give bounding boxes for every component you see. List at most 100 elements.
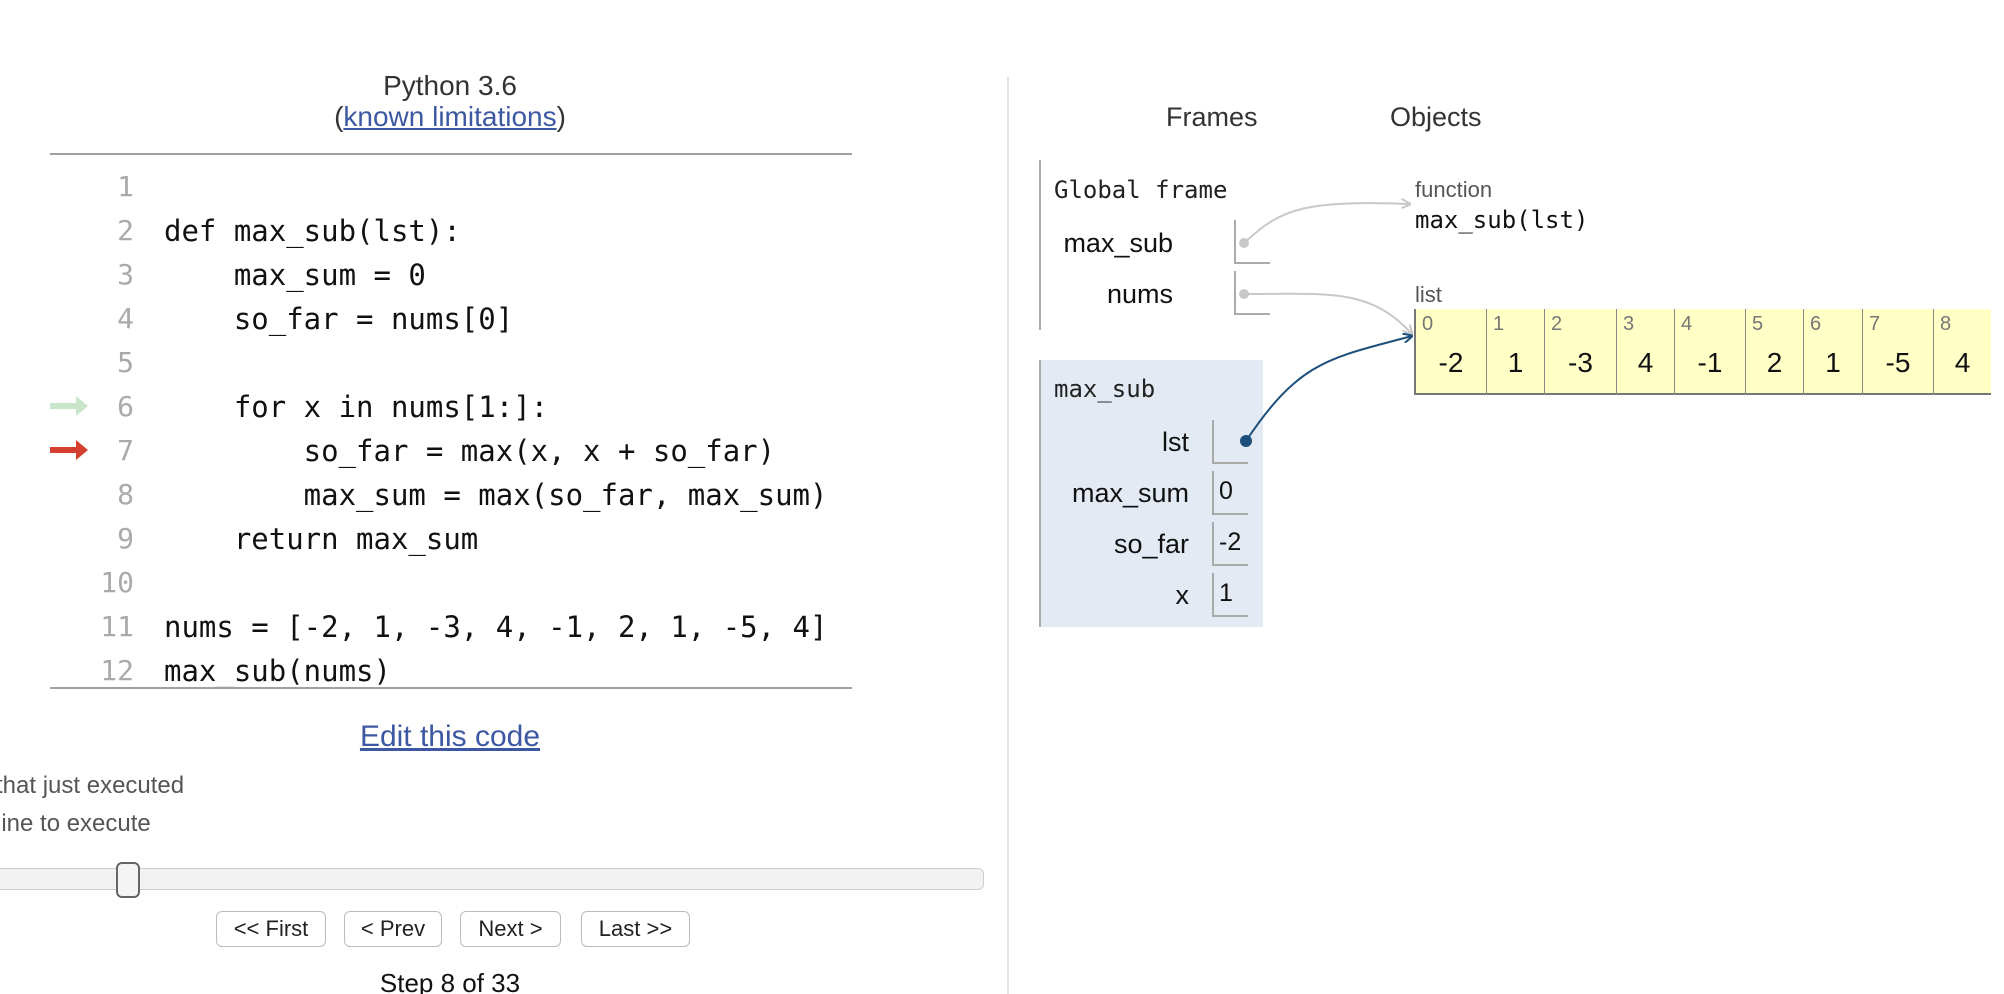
list-index: 5 — [1752, 313, 1764, 335]
list-index: 6 — [1810, 313, 1822, 335]
list-cell: 34 — [1616, 309, 1674, 395]
frame-var-so-far: so_far — [1113, 529, 1189, 559]
list-value: -3 — [1568, 347, 1593, 378]
code-line: 3 max_sum = 0 — [0, 252, 900, 296]
objects-heading: Objects — [1390, 102, 1482, 132]
frame-var-so-far-value: -2 — [1219, 528, 1242, 556]
frame-var-x-value: 1 — [1219, 579, 1233, 607]
code-line: 12 max_sub(nums) — [0, 648, 900, 692]
line-number: 2 — [117, 214, 134, 247]
line-number: 12 — [100, 654, 134, 687]
list-value: -1 — [1697, 347, 1723, 378]
code-line: 2 def max_sub(lst): — [0, 208, 900, 252]
list-index: 1 — [1493, 313, 1505, 335]
global-var-nums: nums — [1106, 279, 1173, 309]
edit-code-link[interactable]: Edit this code — [360, 720, 540, 753]
next-button[interactable]: Next > — [460, 911, 561, 947]
list-cell: 7 -5 — [1862, 309, 1933, 395]
line-source: for x in nums[1:]: — [164, 390, 549, 424]
frame-var-lst-box — [1212, 420, 1248, 464]
line-number: 1 — [117, 170, 134, 203]
legend-next-line: line to execute — [0, 810, 151, 837]
code-panel: Python 3.6 (known limitations) 1 2 def m… — [0, 0, 1005, 994]
list-index: 8 — [1940, 313, 1952, 335]
last-button[interactable]: Last >> — [581, 911, 690, 947]
code-top-rule — [50, 153, 852, 155]
language-label: Python 3.6 — [383, 70, 517, 101]
line-number: 6 — [117, 390, 134, 423]
list-value: -5 — [1885, 347, 1911, 378]
line-source: return max_sum — [164, 522, 479, 556]
panel-divider — [1007, 77, 1009, 994]
step-slider-handle[interactable] — [116, 862, 140, 898]
list-index: 4 — [1681, 313, 1693, 335]
list-cell: 84 — [1933, 309, 1991, 395]
line-source: def max_sub(lst): — [164, 214, 461, 248]
line-number: 9 — [117, 522, 134, 555]
line-source: nums = [-2, 1, -3, 4, -1, 2, 1, -5, 4] — [164, 610, 828, 644]
list-cell: 0 -2 — [1414, 309, 1486, 395]
first-button[interactable]: << First — [216, 911, 326, 947]
line-number: 10 — [100, 566, 134, 599]
list-index: 7 — [1869, 313, 1881, 335]
list-cell: 2 -3 — [1544, 309, 1616, 395]
code-line: 10 — [0, 560, 900, 604]
line-number: 4 — [117, 302, 134, 335]
list-value: 4 — [1954, 347, 1971, 378]
prev-button[interactable]: < Prev — [344, 911, 442, 947]
line-source: max_sub(nums) — [164, 654, 391, 688]
limitations-line: (known limitations) — [0, 101, 900, 133]
frame-var-x: x — [1175, 580, 1190, 610]
list-value: -2 — [1438, 347, 1464, 378]
global-var-max-sub-box — [1234, 220, 1270, 264]
code-line: 11 nums = [-2, 1, -3, 4, -1, 2, 1, -5, 4… — [0, 604, 900, 648]
global-frame: Global frame max_sub nums — [1039, 160, 1270, 330]
list-index: 0 — [1422, 313, 1434, 335]
line-number: 3 — [117, 258, 134, 291]
list-value: 1 — [1825, 347, 1841, 378]
line-number: 7 — [117, 434, 134, 467]
paren-open: ( — [334, 101, 344, 132]
global-frame-title: Global frame — [1054, 176, 1228, 204]
max-sub-frame: max_sub lst max_sum 0 so_far -2 x 1 — [1039, 360, 1263, 627]
code-line: 7 so_far = max(x, x + so_far) — [0, 428, 900, 472]
line-number: 8 — [117, 478, 134, 511]
list-cell: 61 — [1803, 309, 1862, 395]
list-value: 4 — [1637, 347, 1654, 378]
step-slider-track[interactable] — [0, 868, 984, 890]
code-line: 5 — [0, 340, 900, 384]
max-sub-frame-title: max_sub — [1054, 375, 1156, 403]
legend-just-executed: that just executed — [0, 772, 185, 799]
line-source: max_sum = max(so_far, max_sum) — [164, 478, 828, 512]
lst-pointer-arrow — [1245, 336, 1412, 442]
list-cell: 52 — [1745, 309, 1803, 395]
edit-code-row: Edit this code — [0, 720, 900, 754]
paren-close: ) — [556, 101, 566, 132]
code-line: 6 for x in nums[1:]: — [0, 384, 900, 428]
line-source: so_far = max(x, x + so_far) — [164, 434, 776, 468]
frame-var-lst: lst — [1162, 427, 1189, 457]
list-value: 1 — [1507, 347, 1524, 378]
line-number: 5 — [117, 346, 134, 379]
list-object: 0 -2 11 2 -3 34 4 -1 52 61 7 -5 84 — [1414, 309, 1991, 395]
code-line: 9 return max_sum — [0, 516, 900, 560]
list-value: 2 — [1766, 347, 1783, 378]
code-bottom-rule — [50, 687, 852, 689]
step-counter: Step 8 of 33 — [379, 968, 521, 994]
global-var-nums-box — [1234, 271, 1270, 315]
frame-var-max-sum-value: 0 — [1219, 477, 1233, 505]
code-line: 4 so_far = nums[0] — [0, 296, 900, 340]
global-var-max-sub: max_sub — [1063, 228, 1173, 258]
known-limitations-link[interactable]: known limitations — [343, 101, 556, 132]
code-line: 8 max_sum = max(so_far, max_sum) — [0, 472, 900, 516]
code-line: 1 — [0, 164, 900, 208]
line-source: max_sum = 0 — [164, 258, 426, 292]
function-object-signature: max_sub(lst) — [1415, 206, 1589, 234]
frames-heading: Frames — [1166, 102, 1258, 132]
line-source: so_far = nums[0] — [164, 302, 514, 336]
list-cell: 11 — [1486, 309, 1544, 395]
list-index: 2 — [1551, 313, 1563, 335]
list-object-type: list — [1415, 282, 1442, 307]
line-number: 11 — [100, 610, 134, 643]
list-index: 3 — [1623, 313, 1635, 335]
